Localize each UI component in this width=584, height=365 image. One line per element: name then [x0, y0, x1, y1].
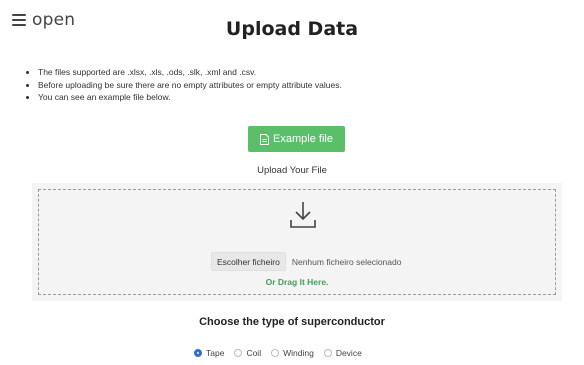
instructions-list: The files supported are .xlsx, .xls, .od… [26, 66, 342, 104]
no-file-selected-text: Nenhum ficheiro selecionado [291, 256, 402, 267]
superconductor-type-title: Choose the type of superconductor [199, 316, 385, 328]
radio-button[interactable] [271, 349, 280, 357]
radio-label: Winding [283, 348, 314, 358]
superconductor-radio-group: Tape Coil Winding Device [194, 348, 362, 358]
file-input-row: Escolher ficheiro Nenhum ficheiro seleci… [211, 252, 401, 271]
example-file-button[interactable]: Example file [248, 126, 345, 152]
radio-button[interactable] [323, 349, 332, 357]
example-file-label: Example file [273, 133, 333, 145]
radio-option-coil[interactable]: Coil [234, 348, 261, 358]
instruction-item: Before uploading be sure there are no em… [38, 79, 342, 92]
page-title: Upload Data [225, 18, 359, 40]
drag-here-text: Or Drag It Here. [265, 277, 329, 287]
radio-option-tape[interactable]: Tape [194, 348, 224, 358]
file-icon [260, 133, 270, 145]
upload-label: Upload Your File [257, 165, 327, 176]
choose-file-button[interactable]: Escolher ficheiro [211, 252, 286, 271]
instruction-item: The files supported are .xlsx, .xls, .od… [38, 66, 342, 79]
radio-button-selected[interactable] [194, 349, 202, 357]
radio-label: Tape [206, 348, 225, 358]
file-dropzone[interactable]: Escolher ficheiro Nenhum ficheiro seleci… [32, 183, 562, 301]
download-icon [290, 202, 316, 228]
instruction-item: You can see an example file below. [38, 91, 342, 104]
radio-label: Coil [246, 348, 262, 358]
radio-button[interactable] [234, 349, 243, 357]
dropzone-border: Escolher ficheiro Nenhum ficheiro seleci… [38, 189, 556, 295]
radio-option-winding[interactable]: Winding [271, 348, 314, 358]
radio-label: Device [335, 348, 362, 358]
radio-option-device[interactable]: Device [323, 348, 362, 358]
